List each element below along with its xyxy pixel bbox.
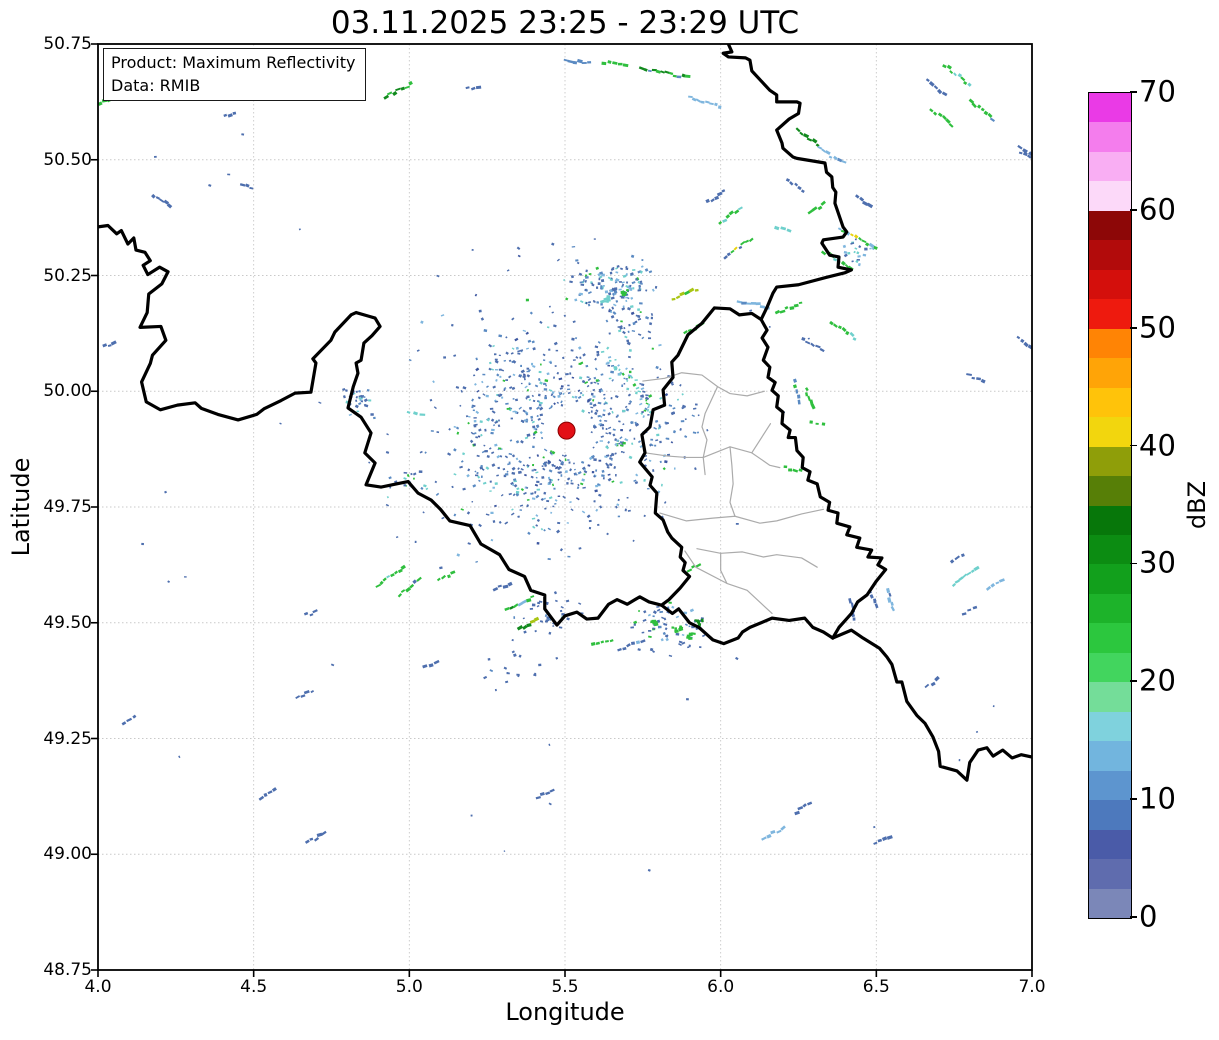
colorbar-segment — [1089, 387, 1131, 418]
colorbar-segment — [1089, 888, 1131, 918]
annotation-data-line: Data: RMIB — [111, 76, 201, 95]
border-france-belgium — [98, 223, 664, 627]
y-tick-label: 50.00 — [43, 381, 92, 402]
radar-echoes — [98, 58, 1032, 872]
x-tick-label: 5.5 — [551, 977, 579, 997]
colorbar-tick-label: 0 — [1139, 899, 1158, 934]
colorbar-segment — [1089, 770, 1131, 801]
x-axis-label: Longitude — [505, 998, 625, 1026]
colorbar-segment — [1089, 476, 1131, 506]
colorbar-segment — [1089, 446, 1131, 477]
colorbar-tick-mark — [1130, 326, 1137, 329]
colorbar-segment — [1089, 741, 1131, 771]
colorbar-segment — [1089, 534, 1131, 565]
colorbar-segment — [1089, 564, 1131, 594]
colorbar-tick-mark — [1130, 798, 1137, 800]
y-tick-label: 49.50 — [43, 612, 92, 633]
plot-title: 03.11.2025 23:25 - 23:29 UTC — [330, 5, 800, 41]
colorbar-segment — [1089, 269, 1131, 300]
x-tick-label: 7.0 — [1018, 977, 1046, 997]
colorbar-segment — [1089, 652, 1131, 683]
x-tick-label: 6.5 — [862, 977, 890, 997]
x-tick-label: 4.0 — [84, 977, 112, 997]
colorbar-segment — [1089, 829, 1131, 860]
map-canvas — [91, 43, 1033, 977]
y-tick-label: 49.25 — [43, 728, 92, 749]
colorbar-tick-label: 10 — [1139, 781, 1176, 816]
colorbar-segment — [1089, 682, 1131, 712]
colorbar-tick-label: 50 — [1139, 310, 1176, 345]
colorbar-segment — [1089, 151, 1131, 182]
border-france-germany — [831, 628, 1032, 782]
colorbar-segment — [1089, 328, 1131, 359]
colorbar-tick-label: 30 — [1139, 545, 1176, 580]
x-tick-label: 4.5 — [240, 977, 268, 997]
colorbar-tick-label: 70 — [1139, 74, 1176, 109]
colorbar-segment — [1089, 505, 1131, 535]
colorbar-tick-mark — [1130, 916, 1137, 918]
colorbar-segment — [1089, 210, 1131, 241]
colorbar-tick-label: 40 — [1139, 427, 1176, 462]
colorbar-segment — [1089, 181, 1131, 211]
colorbar-segment — [1089, 299, 1131, 329]
admin-borders — [642, 372, 825, 615]
colorbar — [1088, 92, 1132, 919]
colorbar-segment — [1089, 358, 1131, 388]
colorbar-segment — [1089, 859, 1131, 889]
colorbar-tick-mark — [1130, 91, 1137, 93]
colorbar-tick-mark — [1130, 209, 1137, 211]
y-tick-label: 50.75 — [43, 34, 92, 54]
colorbar-segment — [1089, 623, 1131, 653]
x-tick-label: 6.0 — [707, 977, 735, 997]
colorbar-segment — [1089, 122, 1131, 152]
colorbar-segment — [1089, 93, 1131, 123]
colorbar-tick-mark — [1130, 444, 1137, 447]
colorbar-segment — [1089, 800, 1131, 830]
y-tick-label: 50.50 — [43, 149, 92, 170]
y-tick-label: 49.00 — [43, 844, 92, 865]
y-tick-label: 48.75 — [43, 960, 92, 980]
y-tick-label: 50.25 — [43, 265, 92, 286]
colorbar-segment — [1089, 593, 1131, 624]
colorbar-segment — [1089, 240, 1131, 270]
annotation-product-line: Product: Maximum Reflectivity — [111, 53, 356, 72]
colorbar-tick-label: 20 — [1139, 663, 1176, 698]
grid-lines — [98, 44, 1032, 970]
radar-figure: 03.11.2025 23:25 - 23:29 UTC Product: Ma… — [0, 0, 1219, 1040]
y-tick-label: 49.75 — [43, 497, 92, 517]
colorbar-segment — [1089, 711, 1131, 742]
colorbar-tick-mark — [1130, 562, 1137, 565]
radar-location-dot — [557, 421, 576, 440]
colorbar-segment — [1089, 417, 1131, 447]
colorbar-axis-label: dBZ — [1183, 480, 1211, 530]
x-tick-label: 5.0 — [395, 977, 423, 997]
border-belgium-luxembourg — [638, 306, 763, 607]
annotation-box: Product: Maximum Reflectivity Data: RMIB — [103, 48, 367, 101]
colorbar-tick-label: 60 — [1139, 192, 1176, 227]
border-luxembourg-germany — [759, 317, 888, 640]
colorbar-tick-mark — [1130, 680, 1137, 683]
